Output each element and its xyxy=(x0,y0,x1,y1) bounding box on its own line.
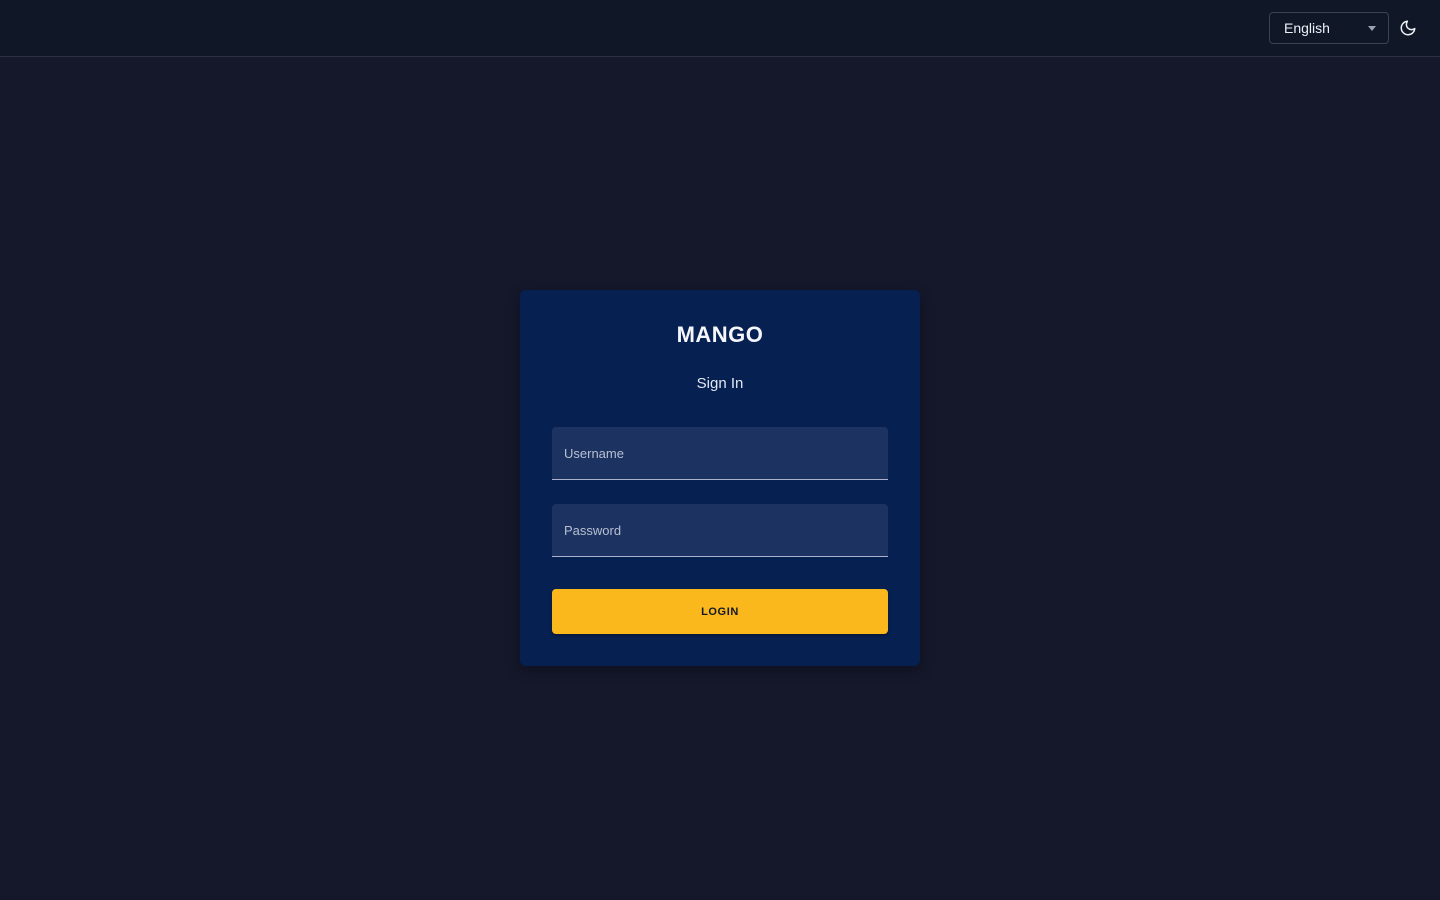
password-input[interactable] xyxy=(552,504,888,556)
caret-down-icon xyxy=(1368,26,1376,31)
language-select[interactable]: English xyxy=(1269,12,1389,44)
sign-in-subtitle: Sign In xyxy=(696,375,744,392)
username-field[interactable] xyxy=(552,427,888,480)
password-field[interactable] xyxy=(552,504,888,557)
theme-toggle-button[interactable] xyxy=(1396,16,1420,40)
app-title: MANGO xyxy=(676,322,764,347)
moon-icon xyxy=(1400,20,1416,36)
language-select-value: English xyxy=(1284,20,1330,36)
username-input[interactable] xyxy=(552,427,888,479)
login-button[interactable]: LOGIN xyxy=(552,589,888,634)
top-bar: English xyxy=(0,0,1440,57)
